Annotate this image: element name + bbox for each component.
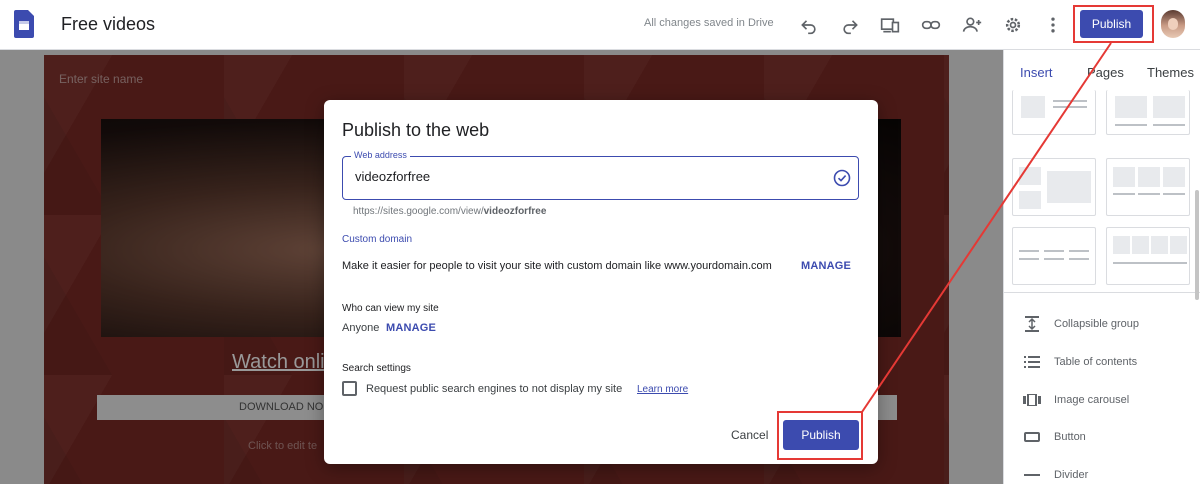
manage-viewers-button[interactable]: MANAGE bbox=[386, 322, 436, 334]
panel-scrollbar[interactable] bbox=[1195, 190, 1199, 300]
layout-tile[interactable] bbox=[1106, 158, 1190, 216]
tab-themes[interactable]: Themes bbox=[1147, 65, 1194, 80]
layout-tile[interactable] bbox=[1012, 158, 1096, 216]
web-address-field[interactable]: Web address bbox=[342, 150, 859, 200]
settings-icon[interactable] bbox=[1001, 13, 1025, 37]
site-url-preview: https://sites.google.com/view/videozforf… bbox=[353, 206, 546, 217]
google-sites-logo-icon[interactable] bbox=[14, 10, 34, 38]
button-icon bbox=[1022, 429, 1042, 445]
insert-item-label: Collapsible group bbox=[1054, 318, 1139, 330]
link-icon[interactable] bbox=[919, 13, 943, 37]
dialog-title: Publish to the web bbox=[342, 120, 490, 140]
publish-dialog: Publish to the web Web address https://s… bbox=[324, 100, 878, 464]
search-settings-label: Search settings bbox=[342, 363, 411, 374]
insert-item-label: Divider bbox=[1054, 469, 1089, 481]
insert-collapsible-group[interactable]: Collapsible group bbox=[1022, 314, 1139, 334]
insert-table-of-contents[interactable]: Table of contents bbox=[1022, 352, 1137, 372]
insert-divider[interactable]: Divider bbox=[1022, 465, 1088, 484]
undo-icon[interactable] bbox=[797, 13, 821, 37]
insert-item-label: Image carousel bbox=[1054, 394, 1130, 406]
more-icon[interactable] bbox=[1041, 13, 1065, 37]
collapsible-icon bbox=[1022, 316, 1042, 332]
document-title[interactable]: Free videos bbox=[61, 14, 155, 35]
share-icon[interactable] bbox=[960, 13, 984, 37]
layout-tile[interactable] bbox=[1012, 227, 1096, 285]
insert-item-label: Table of contents bbox=[1054, 356, 1138, 368]
publish-button[interactable]: Publish bbox=[1080, 10, 1143, 38]
check-circle-icon bbox=[833, 169, 851, 187]
insert-button[interactable]: Button bbox=[1022, 427, 1086, 447]
top-bar: Free videos All changes saved in Drive P… bbox=[0, 0, 1200, 50]
url-slug: videozforfree bbox=[483, 206, 547, 217]
right-panel: Insert Pages Themes Collapsible group Ta… bbox=[1003, 50, 1200, 484]
insert-image-carousel[interactable]: Image carousel bbox=[1022, 390, 1129, 410]
cancel-button[interactable]: Cancel bbox=[731, 428, 768, 442]
web-address-input[interactable] bbox=[355, 169, 795, 184]
carousel-icon bbox=[1022, 392, 1042, 408]
custom-domain-text: Make it easier for people to visit your … bbox=[342, 260, 772, 272]
layout-tile[interactable] bbox=[1106, 90, 1190, 135]
manage-domain-button[interactable]: MANAGE bbox=[801, 260, 851, 272]
layout-tile[interactable] bbox=[1012, 90, 1096, 135]
search-checkbox-label: Request public search engines to not dis… bbox=[366, 383, 623, 395]
redo-icon[interactable] bbox=[838, 13, 862, 37]
tab-insert[interactable]: Insert bbox=[1020, 65, 1053, 80]
custom-domain-label: Custom domain bbox=[342, 234, 413, 245]
toc-icon bbox=[1022, 354, 1042, 370]
search-engine-checkbox[interactable] bbox=[342, 381, 357, 396]
save-status: All changes saved in Drive bbox=[644, 17, 774, 29]
tab-pages[interactable]: Pages bbox=[1087, 65, 1124, 80]
avatar[interactable] bbox=[1161, 10, 1185, 38]
viewer-value: Anyone bbox=[342, 322, 380, 334]
panel-divider bbox=[1004, 292, 1200, 293]
url-prefix: https://sites.google.com/view/ bbox=[353, 206, 484, 217]
learn-more-link[interactable]: Learn more bbox=[637, 384, 688, 395]
layout-tile[interactable] bbox=[1106, 227, 1190, 285]
divider-icon bbox=[1022, 467, 1042, 483]
web-address-label: Web address bbox=[351, 150, 410, 160]
insert-item-label: Button bbox=[1054, 431, 1086, 443]
who-can-view-label: Who can view my site bbox=[342, 303, 439, 314]
dialog-publish-button[interactable]: Publish bbox=[783, 420, 859, 450]
preview-icon[interactable] bbox=[878, 13, 902, 37]
